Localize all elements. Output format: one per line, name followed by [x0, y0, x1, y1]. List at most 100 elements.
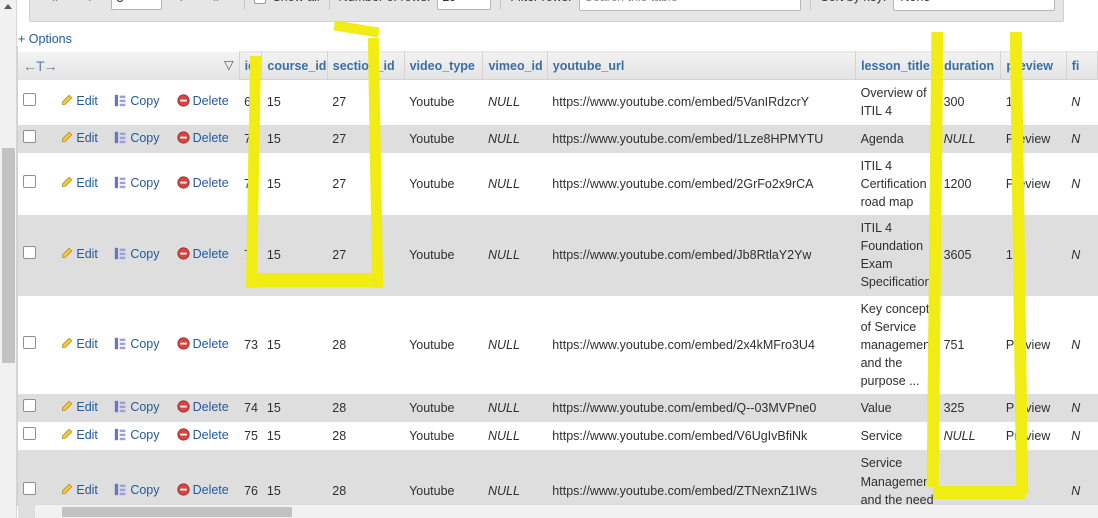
sort-direction-cell[interactable]: ←T→ ▽ [18, 51, 240, 80]
table-row[interactable]: Edit Copy Delete 72 15 27 Youtube NULL https://w… [18, 215, 1098, 296]
delete-link[interactable]: Delete [193, 400, 229, 414]
row-select-cell[interactable] [18, 124, 56, 153]
row-select-cell[interactable] [18, 79, 56, 125]
delete-link[interactable]: Delete [193, 176, 229, 190]
copy-action-cell[interactable]: Copy [109, 124, 172, 153]
edit-link[interactable]: Edit [76, 131, 98, 145]
row-select-cell[interactable] [18, 422, 56, 451]
column-header-video_type[interactable]: video_type [403, 50, 484, 81]
copy-action-cell[interactable]: Copy [109, 79, 172, 125]
edit-action-cell[interactable]: Edit [55, 394, 110, 423]
sort-left-arrow-icon[interactable]: ← [23, 58, 37, 74]
last-page-button[interactable]: » [200, 0, 233, 10]
column-header-id[interactable]: id [238, 50, 263, 81]
column-header-lesson_title[interactable]: lesson_title [855, 50, 940, 81]
sort-t-icon[interactable]: T [36, 58, 45, 74]
delete-link[interactable]: Delete [193, 94, 229, 108]
number-of-rows-select[interactable]: 25 [437, 0, 492, 10]
edit-action-cell[interactable]: Edit [55, 295, 110, 395]
edit-link[interactable]: Edit [76, 337, 98, 351]
row-checkbox[interactable] [23, 335, 36, 349]
chevron-down-icon[interactable]: ▽ [224, 56, 234, 74]
edit-link[interactable]: Edit [76, 94, 98, 108]
edit-link[interactable]: Edit [76, 428, 98, 442]
delete-action-cell[interactable]: Delete [171, 295, 240, 395]
horizontal-scrollbar-thumb[interactable] [62, 507, 292, 517]
column-header-preview[interactable]: preview [1000, 50, 1067, 81]
delete-action-cell[interactable]: Delete [171, 124, 240, 153]
delete-action-cell[interactable]: Delete [171, 152, 240, 216]
row-checkbox[interactable] [23, 174, 36, 188]
copy-action-cell[interactable]: Copy [109, 422, 172, 451]
row-checkbox[interactable] [23, 399, 36, 413]
copy-link[interactable]: Copy [130, 176, 159, 190]
page-number-select[interactable]: 3 [111, 0, 162, 10]
filter-rows-input[interactable]: Search this table [578, 0, 802, 11]
edit-link[interactable]: Edit [76, 400, 98, 414]
copy-action-cell[interactable]: Copy [109, 295, 172, 395]
next-page-button[interactable]: › [165, 0, 199, 10]
edit-action-cell[interactable]: Edit [55, 215, 110, 296]
screenshot-root: « ‹ 3 › » Show all Number of rows: 25 Fi… [0, 0, 1098, 518]
sort-right-arrow-icon[interactable]: → [44, 58, 58, 74]
table-row[interactable]: Edit Copy Delete 75 15 28 Youtube NULL https://w… [18, 422, 1098, 451]
copy-action-cell[interactable]: Copy [109, 152, 172, 216]
delete-action-cell[interactable]: Delete [171, 422, 240, 451]
copy-link[interactable]: Copy [130, 94, 159, 108]
previous-page-button[interactable]: ‹ [72, 0, 106, 10]
row-checkbox[interactable] [23, 129, 36, 143]
delete-action-cell[interactable]: Delete [171, 394, 240, 423]
column-header-file[interactable]: fi [1065, 50, 1098, 81]
table-row[interactable]: Edit Copy Delete 70 15 27 Youtube NULL https://w… [18, 124, 1098, 153]
options-toggle-link[interactable]: + Options [18, 32, 72, 46]
edit-action-cell[interactable]: Edit [55, 422, 110, 451]
edit-link[interactable]: Edit [76, 247, 98, 261]
copy-action-cell[interactable]: Copy [109, 215, 172, 296]
row-checkbox[interactable] [23, 481, 36, 495]
column-header-course_id[interactable]: course_id [261, 50, 328, 81]
table-row[interactable]: Edit Copy Delete 69 15 27 Youtube NULL https://w… [18, 79, 1098, 125]
first-page-button[interactable]: « [38, 0, 71, 10]
number-of-rows-value: 25 [442, 0, 456, 4]
row-select-cell[interactable] [18, 215, 56, 296]
copy-link[interactable]: Copy [130, 337, 159, 351]
row-checkbox[interactable] [23, 246, 36, 260]
horizontal-scrollbar[interactable] [35, 504, 1098, 518]
delete-link[interactable]: Delete [193, 247, 229, 261]
edit-link[interactable]: Edit [76, 176, 98, 190]
row-checkbox[interactable] [23, 93, 36, 107]
edit-action-cell[interactable]: Edit [55, 124, 110, 153]
copy-link[interactable]: Copy [130, 483, 159, 497]
scroll-up-arrow-icon[interactable] [4, 4, 12, 9]
column-header-duration[interactable]: duration [938, 50, 1002, 81]
delete-action-cell[interactable]: Delete [171, 215, 240, 296]
column-header-vimeo_id[interactable]: vimeo_id [482, 50, 548, 81]
copy-link[interactable]: Copy [130, 247, 159, 261]
delete-action-cell[interactable]: Delete [171, 79, 240, 125]
delete-link[interactable]: Delete [193, 131, 229, 145]
sort-by-key-select[interactable]: None [893, 0, 1055, 11]
browser-vertical-scrollbar[interactable] [0, 0, 17, 518]
row-select-cell[interactable] [18, 394, 56, 423]
edit-action-cell[interactable]: Edit [55, 152, 110, 216]
copy-link[interactable]: Copy [130, 400, 159, 414]
table-row[interactable]: Edit Copy Delete 73 15 28 Youtube NULL https://w… [18, 295, 1098, 395]
edit-link[interactable]: Edit [76, 483, 98, 497]
column-header-section_id[interactable]: section_id [326, 50, 405, 81]
show-all-checkbox[interactable] [253, 0, 267, 4]
column-header-youtube_url[interactable]: youtube_url [546, 50, 857, 81]
delete-link[interactable]: Delete [193, 428, 229, 442]
delete-link[interactable]: Delete [193, 483, 229, 497]
row-select-cell[interactable] [18, 152, 56, 216]
vertical-scrollbar-thumb[interactable] [2, 148, 15, 363]
row-checkbox[interactable] [23, 427, 36, 441]
copy-action-cell[interactable]: Copy [109, 394, 172, 423]
edit-action-cell[interactable]: Edit [55, 79, 110, 125]
copy-link[interactable]: Copy [130, 131, 159, 145]
copy-link[interactable]: Copy [130, 428, 159, 442]
table-row[interactable]: Edit Copy Delete 71 15 27 Youtube NULL https://w… [18, 152, 1098, 216]
row-select-cell[interactable] [18, 295, 56, 395]
cell-lesson_title: ITIL 4 Foundation Exam Specification [855, 215, 939, 296]
table-row[interactable]: Edit Copy Delete 74 15 28 Youtube NULL https://w… [18, 394, 1098, 423]
delete-link[interactable]: Delete [193, 337, 229, 351]
